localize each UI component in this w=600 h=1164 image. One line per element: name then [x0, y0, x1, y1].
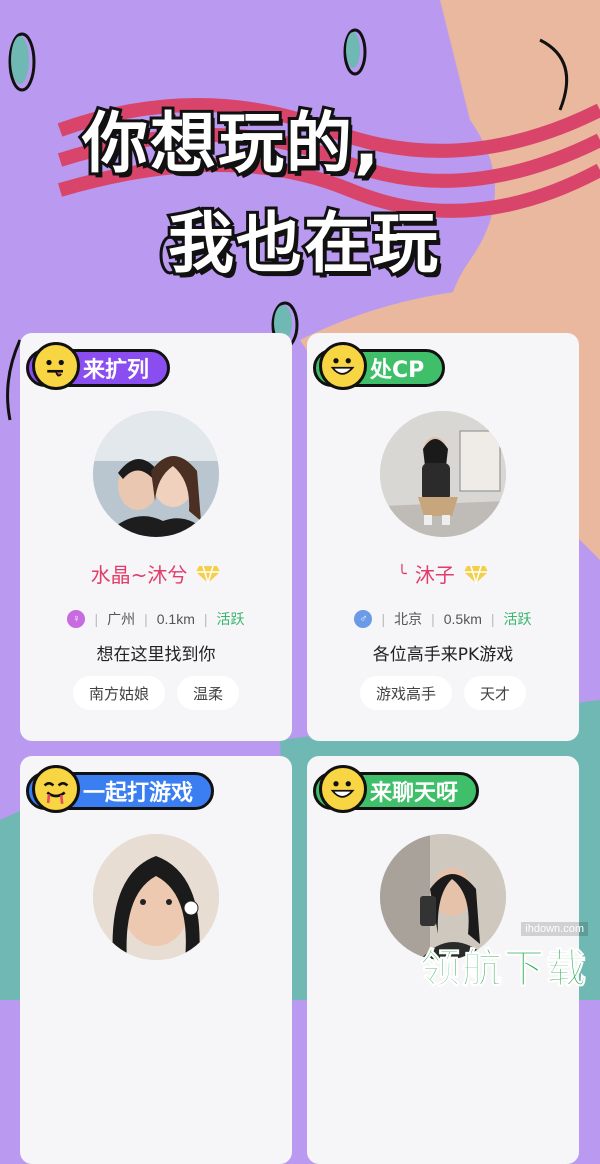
- grin-face-icon: [319, 765, 367, 813]
- headline: 你想玩的, 我也在玩: [0, 90, 600, 285]
- interest-tag: 游戏高手: [359, 676, 452, 710]
- headline-line-2: 我也在玩: [165, 202, 441, 285]
- user-card-1[interactable]: 来扩列 水晶~沐兮 ♀ | 广州 | 0.1km | 活跃 想在这里找到你 南方…: [20, 333, 292, 741]
- user-bio: 想在这里找到你: [96, 645, 216, 665]
- interest-tag: 天才: [464, 676, 527, 710]
- watermark: ihdown.com 领航下载: [420, 917, 588, 994]
- watermark-brand: 领航下载: [420, 946, 588, 993]
- interest-tag: 温柔: [177, 676, 240, 710]
- city: 广州: [107, 611, 136, 627]
- grin-face-icon: [319, 342, 367, 390]
- user-name: 水晶~沐兮: [90, 563, 188, 587]
- user-name-row: ╰ 沐子: [307, 559, 579, 588]
- vip-diamond-icon: [196, 565, 221, 584]
- sparkle-icon: ╰: [397, 564, 407, 583]
- vip-diamond-icon: [463, 565, 488, 584]
- distance: 0.1km: [156, 611, 195, 627]
- user-card-3[interactable]: 一起打游戏: [20, 756, 292, 1164]
- user-name-row: 水晶~沐兮: [20, 559, 292, 588]
- user-name: 沐子: [414, 563, 455, 587]
- user-info-row: ♂ | 北京 | 0.5km | 活跃: [307, 609, 579, 629]
- card-tag: 一起打游戏: [26, 765, 215, 813]
- drool-face-icon: [32, 765, 80, 813]
- interest-tags: 游戏高手 天才: [307, 676, 579, 710]
- status: 活跃: [503, 611, 532, 627]
- interest-tags: 南方姑娘 温柔: [20, 676, 292, 710]
- tongue-face-icon: [32, 342, 80, 390]
- watermark-site: ihdown.com: [521, 922, 588, 936]
- user-info-row: ♀ | 广州 | 0.1km | 活跃: [20, 609, 292, 629]
- interest-tag: 南方姑娘: [72, 676, 165, 710]
- distance: 0.5km: [443, 611, 482, 627]
- city: 北京: [394, 611, 423, 627]
- avatar[interactable]: [93, 834, 219, 960]
- user-card-2[interactable]: 处CP ╰ 沐子 ♂ | 北京 | 0.5km | 活跃 各位高手来PK游戏 游…: [307, 333, 579, 741]
- avatar[interactable]: [93, 411, 219, 537]
- status: 活跃: [216, 611, 245, 627]
- card-tag: 处CP: [313, 342, 446, 390]
- headline-line-1: 你想玩的,: [79, 102, 382, 185]
- card-tag: 来扩列: [26, 342, 171, 390]
- user-bio: 各位高手来PK游戏: [372, 645, 514, 665]
- female-icon: ♀: [67, 610, 86, 628]
- male-icon: ♂: [354, 610, 373, 628]
- card-tag: 来聊天呀: [313, 765, 480, 813]
- avatar[interactable]: [380, 411, 506, 537]
